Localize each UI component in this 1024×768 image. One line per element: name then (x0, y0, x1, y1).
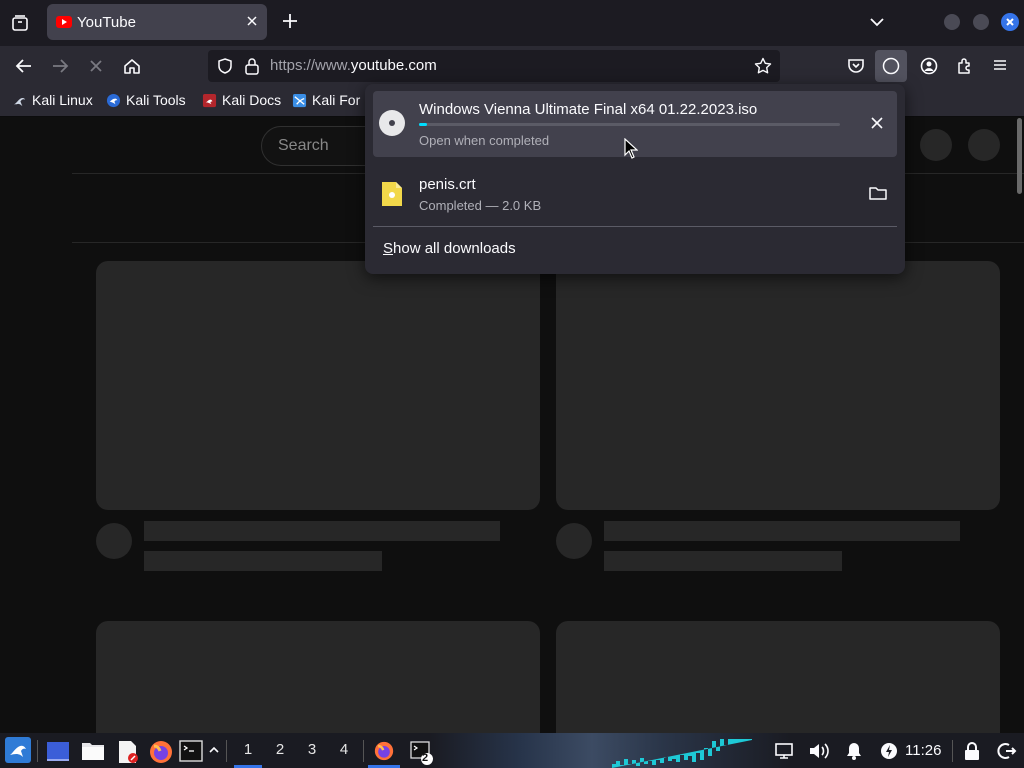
search-placeholder: Search (278, 137, 329, 154)
minimize-window-button[interactable] (944, 14, 960, 30)
workspace-3[interactable]: 3 (298, 741, 326, 758)
stop-loading-icon[interactable] (86, 56, 106, 76)
bookmark-kali-docs[interactable]: Kali Docs (202, 92, 281, 108)
extensions-puzzle-icon[interactable] (955, 56, 975, 76)
bookmark-star-icon[interactable] (754, 57, 772, 75)
maximize-window-button[interactable] (973, 14, 989, 30)
volume-icon[interactable] (808, 741, 830, 761)
kali-menu-icon[interactable] (5, 737, 31, 763)
close-window-button[interactable] (1001, 13, 1019, 31)
url-bar[interactable]: https://www.youtube.com (208, 50, 780, 82)
tab-list-icon[interactable] (8, 11, 32, 35)
forward-arrow-icon[interactable] (50, 56, 70, 76)
download-status: Open when completed (419, 133, 550, 148)
video-title-placeholder (144, 521, 500, 541)
firefox-window-icon[interactable] (374, 741, 394, 761)
chevron-up-icon[interactable] (208, 744, 220, 756)
text-editor-icon[interactable] (116, 740, 140, 764)
bell-icon[interactable] (845, 741, 863, 761)
download-status: Completed — 2.0 KB (419, 198, 542, 213)
channel-avatar-placeholder (556, 523, 592, 559)
disc-image-icon (378, 109, 406, 137)
hamburger-menu-icon[interactable] (991, 56, 1009, 74)
show-all-downloads-button[interactable]: Show all downloads (383, 240, 516, 257)
firefox-launcher-icon[interactable] (149, 740, 173, 764)
kali-dragon-icon (13, 97, 26, 106)
taskbar-separator (226, 740, 227, 762)
pocket-icon[interactable] (846, 56, 866, 76)
account-icon[interactable] (919, 56, 939, 76)
download-progress-icon (882, 57, 900, 75)
chevron-down-icon[interactable] (868, 14, 886, 30)
new-tab-icon[interactable] (281, 12, 299, 30)
home-icon[interactable] (122, 56, 142, 76)
download-filename: Windows Vienna Ultimate Final x64 01.22.… (419, 101, 758, 118)
network-icon[interactable] (774, 741, 794, 761)
bookmark-kali-linux[interactable]: Kali Linux (12, 92, 93, 108)
taskbar-separator (363, 740, 364, 762)
kali-docs-icon (202, 93, 217, 107)
cpu-graph-icon (612, 739, 768, 768)
url-text: https://www.youtube.com (270, 57, 437, 74)
channel-avatar-placeholder (96, 523, 132, 559)
bookmark-kali-tools[interactable]: Kali Tools (106, 92, 186, 108)
power-manager-icon[interactable] (879, 741, 899, 761)
page-scrollbar[interactable] (1017, 118, 1022, 194)
lock-screen-icon[interactable] (963, 741, 981, 761)
video-meta-placeholder (604, 551, 842, 571)
video-meta-placeholder (144, 551, 382, 571)
tab-title: YouTube (77, 14, 136, 31)
file-manager-icon[interactable] (81, 740, 105, 762)
certificate-file-icon (381, 180, 403, 208)
taskbar-separator (952, 740, 953, 762)
mouse-cursor-icon (624, 138, 638, 160)
workspace-1[interactable]: 1 (234, 741, 262, 758)
notifications-placeholder[interactable] (920, 129, 952, 161)
back-arrow-icon[interactable] (14, 56, 34, 76)
downloads-button[interactable] (875, 50, 907, 82)
terminal-launcher-icon[interactable] (179, 740, 203, 762)
avatar-placeholder[interactable] (968, 129, 1000, 161)
cancel-download-icon[interactable] (869, 115, 885, 131)
download-item-crt[interactable]: penis.crt Completed — 2.0 KB (373, 166, 897, 218)
kali-forums-icon (292, 93, 307, 107)
download-progress-bar (419, 123, 840, 126)
bookmark-kali-forums[interactable]: Kali For (292, 92, 360, 108)
kali-tools-icon (106, 93, 121, 107)
video-thumbnail-placeholder[interactable] (556, 261, 1000, 510)
tab-youtube[interactable]: YouTube (47, 4, 267, 40)
tracking-protection-shield-icon[interactable] (216, 57, 234, 75)
lock-icon[interactable] (244, 57, 260, 75)
video-title-placeholder (604, 521, 960, 541)
divider (373, 226, 897, 227)
terminal-window-count: 2 (422, 752, 429, 764)
taskbar-separator (37, 740, 38, 762)
youtube-favicon-icon (56, 15, 72, 29)
workspace-2[interactable]: 2 (266, 741, 294, 758)
download-filename: penis.crt (419, 176, 476, 193)
video-thumbnail-placeholder[interactable] (96, 261, 540, 510)
close-tab-icon[interactable] (245, 14, 259, 28)
workspace-4[interactable]: 4 (330, 741, 358, 758)
clock[interactable]: 11:26 (905, 742, 941, 759)
folder-icon[interactable] (869, 185, 887, 201)
logout-icon[interactable] (997, 741, 1017, 761)
show-desktop-icon[interactable] (46, 740, 70, 762)
